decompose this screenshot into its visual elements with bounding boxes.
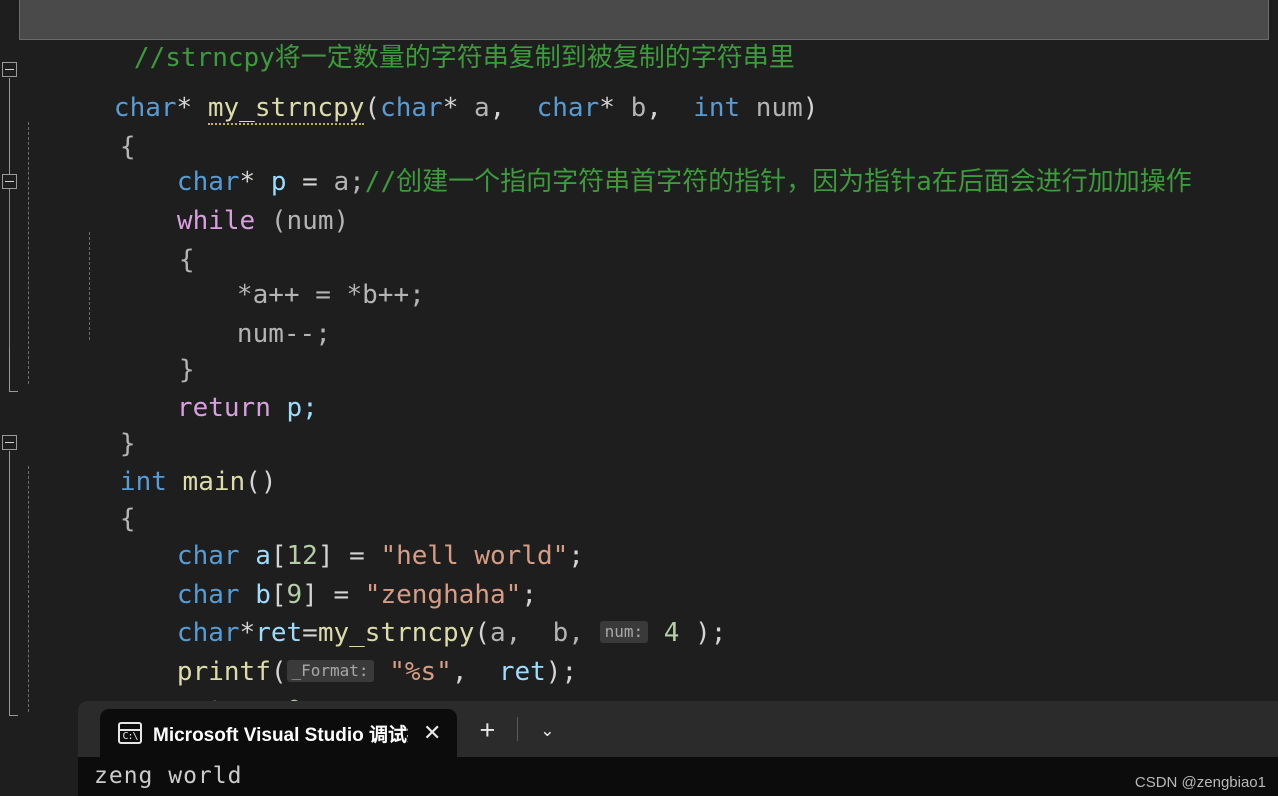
code-line-signature[interactable]: char* my_strncpy(char* a, char* b, int n… <box>20 50 818 125</box>
code-editor[interactable]: //strncpy将一定数量的字符串复制到被复制的字符串里 char* my_s… <box>0 0 1278 796</box>
decrement-statement: num--; <box>236 319 331 349</box>
block-guide-while <box>9 190 10 348</box>
terminal-tab-title: Microsoft Visual Studio 调试控 <box>153 724 408 746</box>
watermark-text: CSDN @zengbiao1 <box>1134 774 1266 791</box>
code-line-decl-b[interactable]: char b[9] = "zenghaha"; <box>83 537 537 610</box>
code-line-close-brace-while[interactable]: } <box>85 312 195 385</box>
paren-close: ) <box>802 93 819 123</box>
fold-toggle-main[interactable] <box>2 435 17 450</box>
param-comma-1: , <box>489 93 537 123</box>
while-condition: (num) <box>255 206 350 236</box>
code-line-decrement[interactable]: num--; <box>143 276 331 349</box>
keyword-return-p: return <box>176 393 271 423</box>
terminal-tab-debug-console[interactable]: C:\ Microsoft Visual Studio 调试控 ✕ <box>100 709 458 757</box>
terminal-title-bar[interactable]: C:\ Microsoft Visual Studio 调试控 ✕ + ⌄ <box>78 701 1278 757</box>
main-parens: () <box>245 467 277 497</box>
code-line-copy-stmt[interactable]: *a++ = *b++; <box>143 237 425 310</box>
terminal-window[interactable]: C:\ Microsoft Visual Studio 调试控 ✕ + ⌄ ze… <box>78 701 1278 796</box>
code-line-decl-a[interactable]: char a[12] = "hell world"; <box>83 498 584 571</box>
return-value-p: p; <box>270 393 318 423</box>
printf-format-string: "%s" <box>373 657 452 687</box>
code-line-return-zero[interactable]: return 0; <box>83 653 318 726</box>
param2-star: * <box>599 93 631 123</box>
function-name-main[interactable]: main <box>167 467 246 497</box>
function-name-my-strncpy[interactable]: my_strncpy <box>207 93 365 125</box>
new-tab-icon[interactable]: + <box>479 717 495 744</box>
call-arg-num-value: 4 <box>648 618 696 648</box>
param-comma-2: , <box>646 93 694 123</box>
param3-type: int <box>693 93 741 123</box>
close-icon[interactable]: ✕ <box>419 722 445 744</box>
chevron-down-icon[interactable]: ⌄ <box>540 721 554 741</box>
decl-a-semicolon: ; <box>568 541 584 571</box>
call-paren-close: ) <box>695 618 711 648</box>
param1-name: a <box>474 93 490 123</box>
param1-star: * <box>442 93 474 123</box>
code-line-call-my-strncpy[interactable]: char*ret=my_strncpy(a, b, num: 4 ); <box>83 575 727 648</box>
console-icon-label: C:\ <box>122 730 138 742</box>
fold-toggle-while[interactable] <box>2 174 17 189</box>
param2-name: b <box>630 93 647 123</box>
printf-comma: , <box>451 657 499 687</box>
param2-type: char <box>536 93 600 123</box>
inline-param-hint-num[interactable]: num: <box>599 621 649 643</box>
fold-range-end-main <box>9 715 18 716</box>
code-line-close-brace-fn[interactable]: } <box>26 386 136 459</box>
code-line-while[interactable]: while (num) <box>83 163 349 236</box>
editor-fold-margin[interactable] <box>0 0 20 796</box>
code-line-return-p[interactable]: return p; <box>83 350 318 423</box>
printf-arg-ret: ret <box>498 657 546 687</box>
terminal-output-line: zeng world <box>94 763 243 789</box>
fold-range-line-main <box>9 451 10 715</box>
code-line-open-brace-main[interactable]: { <box>26 461 136 534</box>
param1-type: char <box>380 93 443 123</box>
call-semicolon: ; <box>710 618 727 648</box>
code-line-main-signature[interactable]: int main() <box>26 424 277 497</box>
code-line-printf[interactable]: printf(_Format: "%s", ret); <box>83 614 577 687</box>
code-line-comment-strncpy[interactable]: //strncpy将一定数量的字符串复制到被复制的字符串里 <box>19 0 1269 73</box>
printf-semicolon: ; <box>561 657 578 687</box>
pointer-star: * <box>176 93 208 123</box>
code-line-decl-p[interactable]: char* p = a;//创建一个指向字符串首字符的指针，因为指针a在后面会进… <box>83 124 1192 197</box>
screen-root: //strncpy将一定数量的字符串复制到被复制的字符串里 char* my_s… <box>0 0 1278 796</box>
console-icon: C:\ <box>118 722 142 744</box>
comment-text-pointer: //创建一个指向字符串首字符的指针，因为指针a在后面会进行加加操作 <box>364 167 1192 197</box>
terminal-output-area[interactable]: zeng world CSDN @zengbiao1 <box>78 757 1278 796</box>
code-line-open-brace-while[interactable]: { <box>85 202 195 275</box>
fold-toggle-my-strncpy[interactable] <box>2 62 17 77</box>
printf-paren-close: ) <box>545 657 562 687</box>
fold-range-end-my-strncpy <box>9 391 18 392</box>
paren-open: ( <box>364 93 381 123</box>
toolbar-divider <box>517 717 519 741</box>
code-line-open-brace-fn[interactable]: { <box>26 89 136 162</box>
param3-name: num <box>740 93 803 123</box>
